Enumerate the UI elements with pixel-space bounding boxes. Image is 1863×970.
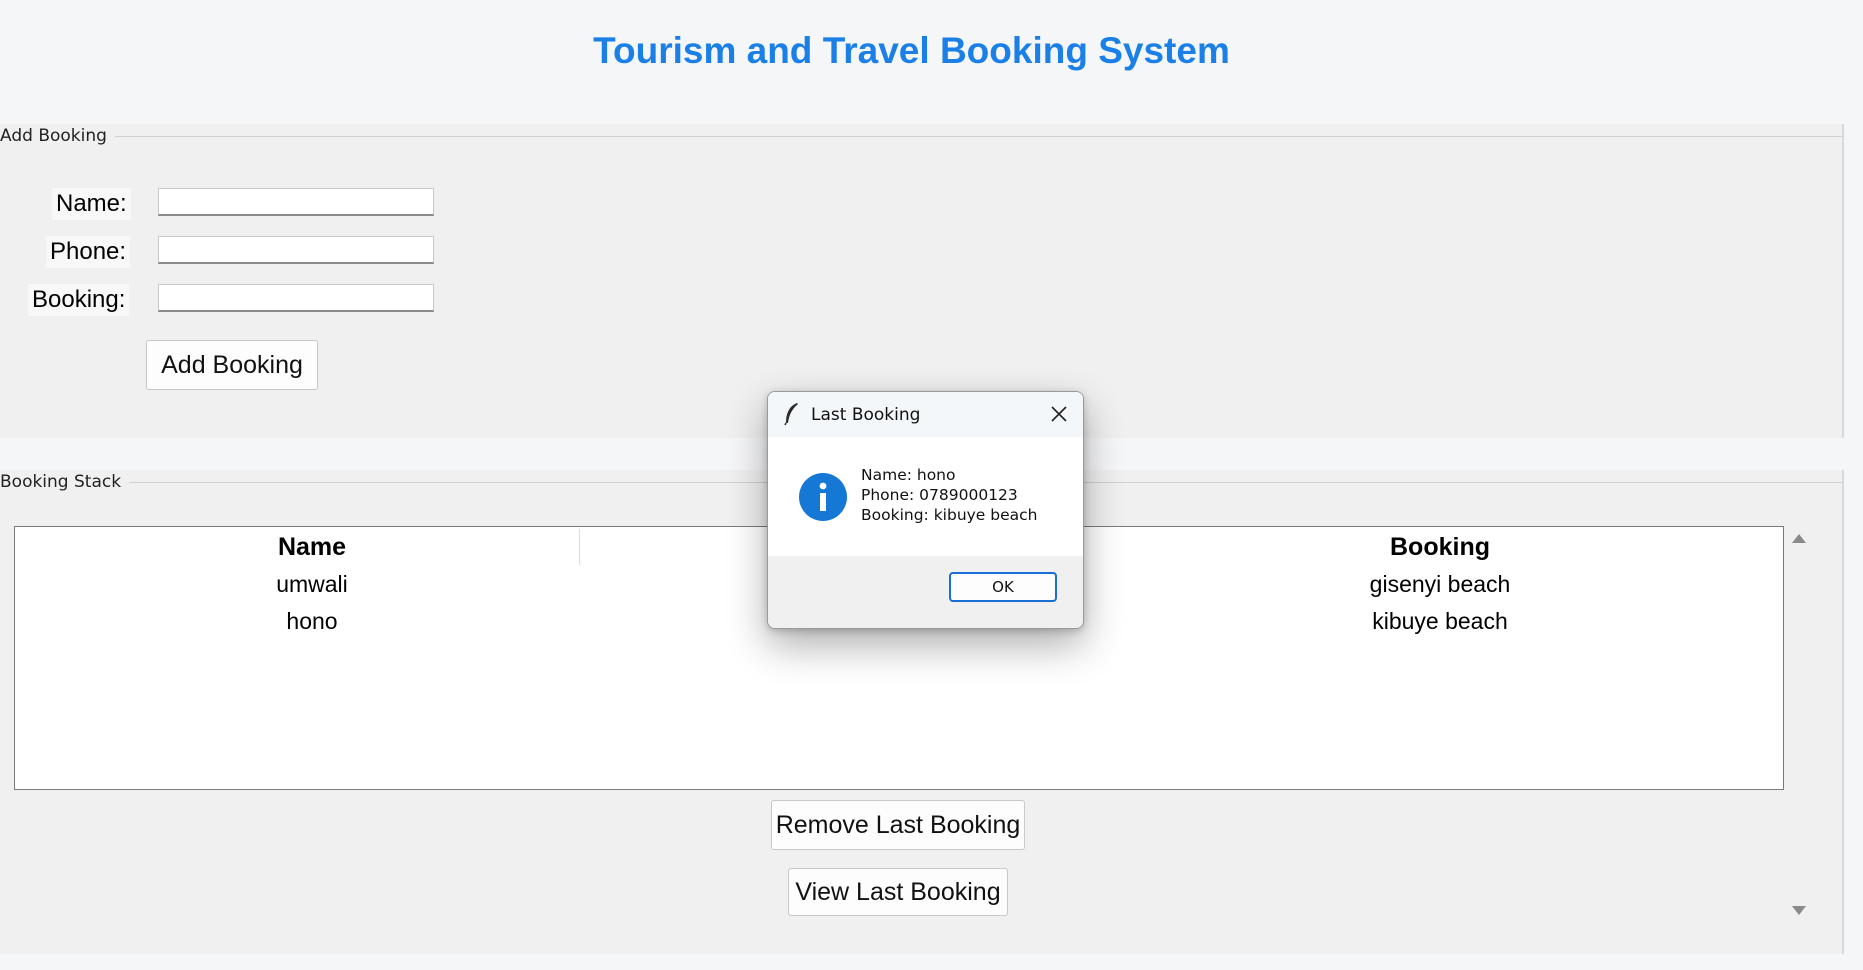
remove-last-booking-button[interactable]: Remove Last Booking bbox=[771, 800, 1025, 850]
column-header-booking[interactable]: Booking bbox=[1183, 533, 1697, 562]
last-booking-dialog: Last Booking Name: hono Phone: 078900012… bbox=[767, 391, 1084, 629]
table-cell-name[interactable]: hono bbox=[55, 608, 569, 635]
booking-label: Booking: bbox=[28, 284, 130, 316]
frame-border bbox=[0, 136, 1842, 137]
view-last-booking-button[interactable]: View Last Booking bbox=[788, 868, 1008, 916]
add-booking-legend: Add Booking bbox=[0, 126, 115, 146]
dialog-message-line: Booking: kibuye beach bbox=[861, 506, 1038, 524]
column-separator[interactable] bbox=[579, 529, 580, 565]
booking-input[interactable] bbox=[158, 284, 434, 312]
dialog-message-line: Name: hono bbox=[861, 466, 956, 484]
info-icon bbox=[799, 473, 847, 521]
booking-stack-legend: Booking Stack bbox=[0, 472, 130, 492]
phone-label: Phone: bbox=[46, 236, 131, 268]
dialog-message: Name: hono Phone: 0789000123 Booking: ki… bbox=[861, 465, 1038, 525]
add-booking-button[interactable]: Add Booking bbox=[146, 340, 318, 390]
feather-icon bbox=[784, 403, 798, 426]
app-title: Tourism and Travel Booking System bbox=[593, 30, 1230, 71]
scroll-down-icon[interactable] bbox=[1792, 906, 1806, 915]
name-input[interactable] bbox=[158, 188, 434, 216]
dialog-title: Last Booking bbox=[811, 405, 921, 425]
table-cell-name[interactable]: umwali bbox=[55, 571, 569, 598]
dialog-titlebar[interactable]: Last Booking bbox=[768, 392, 1083, 437]
vertical-scrollbar[interactable] bbox=[1786, 526, 1810, 926]
scroll-up-icon[interactable] bbox=[1792, 534, 1806, 543]
table-cell-booking[interactable]: gisenyi beach bbox=[1183, 571, 1697, 598]
phone-input[interactable] bbox=[158, 236, 434, 264]
column-header-name[interactable]: Name bbox=[55, 533, 569, 562]
close-icon[interactable] bbox=[1049, 404, 1069, 424]
dialog-message-line: Phone: 0789000123 bbox=[861, 486, 1018, 504]
dialog-body: Name: hono Phone: 0789000123 Booking: ki… bbox=[768, 437, 1083, 556]
name-label: Name: bbox=[52, 188, 131, 220]
ok-button[interactable]: OK bbox=[949, 572, 1057, 602]
dialog-footer: OK bbox=[768, 556, 1083, 628]
table-cell-booking[interactable]: kibuye beach bbox=[1183, 608, 1697, 635]
